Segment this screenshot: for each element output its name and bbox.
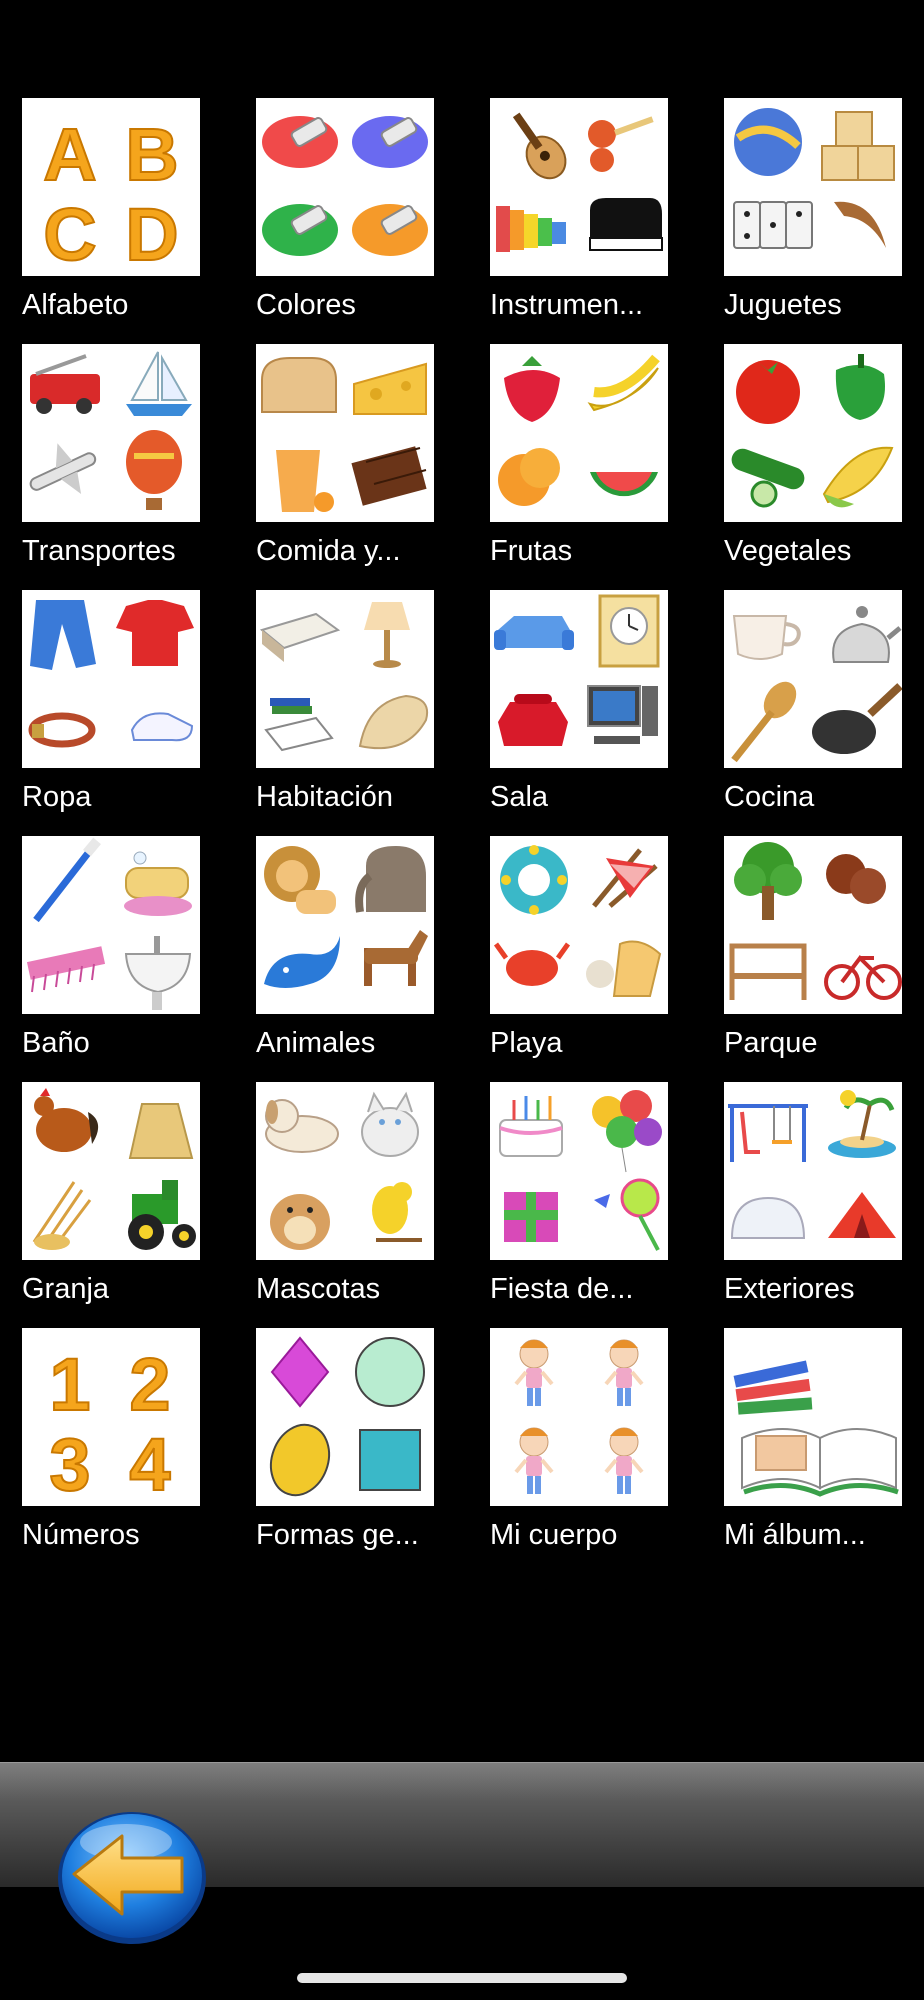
category-sala[interactable]: Sala: [490, 590, 668, 820]
bathroom-icon: [22, 836, 200, 1014]
category-label: Sala: [490, 781, 549, 813]
category-label: Granja: [22, 1273, 110, 1305]
category-label: Comida y...: [256, 535, 401, 567]
digit-4: 4: [129, 1423, 170, 1506]
category-label: Juguetes: [724, 289, 842, 321]
living-room-icon: [490, 590, 668, 768]
category-mi-cuerpo[interactable]: Mi cuerpo: [490, 1328, 668, 1558]
category-label: Frutas: [490, 535, 573, 567]
beach-icon: [490, 836, 668, 1014]
digit-3: 3: [49, 1423, 90, 1506]
category-parque[interactable]: Parque: [724, 836, 902, 1066]
category-exteriores[interactable]: Exteriores: [724, 1082, 902, 1312]
vegetables-icon: [724, 344, 902, 522]
clothes-icon: [22, 590, 200, 768]
category-label: Mascotas: [256, 1273, 381, 1305]
animals-icon: [256, 836, 434, 1014]
category-mascotas[interactable]: Mascotas: [256, 1082, 434, 1312]
category-label: Transportes: [22, 535, 176, 567]
photo-album-icon: [724, 1328, 902, 1506]
back-arrow-icon: [58, 1812, 206, 1944]
category-label: Vegetales: [724, 535, 852, 567]
category-formas[interactable]: Formas ge...: [256, 1328, 434, 1558]
park-icon: [724, 836, 902, 1014]
category-cocina[interactable]: Cocina: [724, 590, 902, 820]
letter-a: A: [43, 113, 96, 196]
alphabet-icon: A B C D: [22, 98, 200, 276]
category-label: Mi álbum...: [724, 1519, 866, 1551]
category-label: Fiesta de...: [490, 1273, 634, 1305]
category-label: Ropa: [22, 781, 92, 813]
category-label: Playa: [490, 1027, 563, 1059]
category-frutas[interactable]: Frutas: [490, 344, 668, 574]
category-fiesta[interactable]: Fiesta de...: [490, 1082, 668, 1312]
category-habitacion[interactable]: Habitación: [256, 590, 434, 820]
outdoors-icon: [724, 1082, 902, 1260]
category-granja[interactable]: Granja: [22, 1082, 200, 1312]
category-transportes[interactable]: Transportes: [22, 344, 200, 574]
kitchen-icon: [724, 590, 902, 768]
category-colores[interactable]: Colores: [256, 98, 434, 328]
farm-icon: [22, 1082, 200, 1260]
bedroom-icon: [256, 590, 434, 768]
category-label: Colores: [256, 289, 356, 321]
category-label: Cocina: [724, 781, 815, 813]
category-label: Animales: [256, 1027, 376, 1059]
party-icon: [490, 1082, 668, 1260]
category-label: Baño: [22, 1027, 90, 1059]
numbers-icon: 1 2 3 4: [22, 1328, 200, 1506]
category-label: Habitación: [256, 781, 394, 813]
home-indicator[interactable]: [297, 1973, 627, 1983]
back-button[interactable]: [56, 1808, 208, 1948]
shapes-icon: [256, 1328, 434, 1506]
category-juguetes[interactable]: Juguetes: [724, 98, 902, 328]
letter-d: D: [125, 193, 178, 276]
category-playa[interactable]: Playa: [490, 836, 668, 1066]
category-vegetales[interactable]: Vegetales: [724, 344, 902, 574]
category-label: Alfabeto: [22, 289, 129, 321]
category-alfabeto[interactable]: A B C D Alfabeto: [22, 98, 200, 328]
fruits-icon: [490, 344, 668, 522]
category-comida[interactable]: Comida y...: [256, 344, 434, 574]
letter-c: C: [43, 193, 96, 276]
category-ropa[interactable]: Ropa: [22, 590, 200, 820]
transport-icon: [22, 344, 200, 522]
food-icon: [256, 344, 434, 522]
my-body-icon: [490, 1328, 668, 1506]
category-instrumentos[interactable]: Instrumen...: [490, 98, 668, 328]
digit-2: 2: [129, 1343, 170, 1426]
toys-icon: [724, 98, 902, 276]
category-label: Números: [22, 1519, 140, 1551]
category-mi-album[interactable]: Mi álbum...: [724, 1328, 902, 1558]
category-label: Parque: [724, 1027, 818, 1059]
category-label: Instrumen...: [490, 289, 644, 321]
letter-b: B: [125, 113, 178, 196]
category-bano[interactable]: Baño: [22, 836, 200, 1066]
digit-1: 1: [49, 1343, 90, 1426]
category-label: Mi cuerpo: [490, 1519, 618, 1551]
pets-icon: [256, 1082, 434, 1260]
category-label: Exteriores: [724, 1273, 855, 1305]
category-label: Formas ge...: [256, 1519, 419, 1551]
category-numeros[interactable]: 1 2 3 4 Números: [22, 1328, 200, 1558]
paint-colors-icon: [256, 98, 434, 276]
category-animales[interactable]: Animales: [256, 836, 434, 1066]
musical-instruments-icon: [490, 98, 668, 276]
